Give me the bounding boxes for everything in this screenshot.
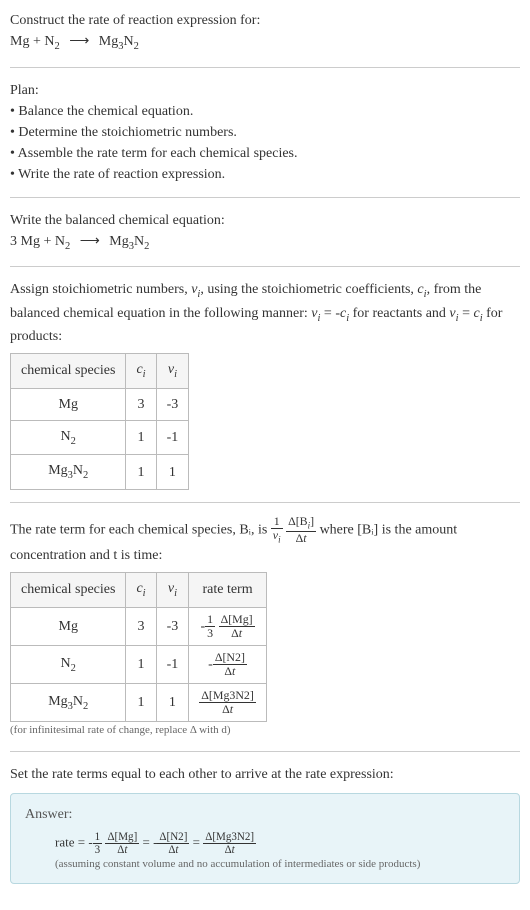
rate-cell: Δ[Mg3N2]Δt bbox=[189, 684, 267, 722]
rate-term-text: The rate term for each chemical species,… bbox=[10, 515, 520, 566]
plan-bullet-4: • Write the rate of reaction expression. bbox=[10, 164, 520, 185]
frac-one-over-vi: 1νi bbox=[271, 515, 283, 545]
table-header-row: chemical species ci νi rate term bbox=[11, 573, 267, 608]
balanced-intro: Write the balanced chemical equation: bbox=[10, 210, 520, 231]
ci-cell: 1 bbox=[126, 420, 156, 455]
species-cell: N2 bbox=[11, 645, 126, 683]
species-cell: Mg bbox=[11, 607, 126, 645]
col-species: chemical species bbox=[11, 354, 126, 389]
vi-cell: -3 bbox=[156, 607, 189, 645]
vi-cell: -1 bbox=[156, 420, 189, 455]
rate-term-section: The rate term for each chemical species,… bbox=[10, 515, 520, 752]
plan-title: Plan: bbox=[10, 80, 520, 101]
assign-section: Assign stoichiometric numbers, νi, using… bbox=[10, 279, 520, 503]
species-cell: Mg3N2 bbox=[11, 455, 126, 490]
species-cell: Mg3N2 bbox=[11, 684, 126, 722]
rate-expression: rate = -13 Δ[Mg]Δt = -Δ[N2]Δt = Δ[Mg3N2]… bbox=[55, 831, 505, 856]
answer-label: Answer: bbox=[25, 804, 505, 825]
infinitesimal-note: (for infinitesimal rate of change, repla… bbox=[10, 722, 520, 739]
table-row: Mg3N2 1 1 bbox=[11, 455, 189, 490]
species-cell: Mg bbox=[11, 388, 126, 420]
balanced-section: Write the balanced chemical equation: 3 … bbox=[10, 210, 520, 268]
table-header-row: chemical species ci νi bbox=[11, 354, 189, 389]
vi-cell: 1 bbox=[156, 455, 189, 490]
plan-bullet-2: • Determine the stoichiometric numbers. bbox=[10, 122, 520, 143]
vi-cell: -3 bbox=[156, 388, 189, 420]
final-intro: Set the rate terms equal to each other t… bbox=[10, 764, 520, 785]
ci-cell: 3 bbox=[126, 607, 156, 645]
table-row: N2 1 -1 bbox=[11, 420, 189, 455]
unbalanced-equation: Mg + N2 ⟶ Mg3N2 bbox=[10, 31, 520, 55]
ci-cell: 3 bbox=[126, 388, 156, 420]
col-ci: ci bbox=[126, 354, 156, 389]
stoich-table: chemical species ci νi Mg 3 -3 N2 1 -1 M… bbox=[10, 353, 189, 490]
table-row: Mg 3 -3 -13 Δ[Mg]Δt bbox=[11, 607, 267, 645]
plan-bullet-3: • Assemble the rate term for each chemic… bbox=[10, 143, 520, 164]
answer-box: Answer: rate = -13 Δ[Mg]Δt = -Δ[N2]Δt = … bbox=[10, 793, 520, 884]
table-row: Mg3N2 1 1 Δ[Mg3N2]Δt bbox=[11, 684, 267, 722]
ci-cell: 1 bbox=[126, 455, 156, 490]
final-section: Set the rate terms equal to each other t… bbox=[10, 764, 520, 884]
rate-cell: -Δ[N2]Δt bbox=[189, 645, 267, 683]
ci-cell: 1 bbox=[126, 645, 156, 683]
col-rate-term: rate term bbox=[189, 573, 267, 608]
col-vi: νi bbox=[156, 354, 189, 389]
assign-text: Assign stoichiometric numbers, νi, using… bbox=[10, 279, 520, 347]
construct-prompt: Construct the rate of reaction expressio… bbox=[10, 10, 520, 31]
vi-cell: 1 bbox=[156, 684, 189, 722]
ci-cell: 1 bbox=[126, 684, 156, 722]
col-ci: ci bbox=[126, 573, 156, 608]
rate-cell: -13 Δ[Mg]Δt bbox=[189, 607, 267, 645]
vi-cell: -1 bbox=[156, 645, 189, 683]
col-species: chemical species bbox=[11, 573, 126, 608]
table-row: Mg 3 -3 bbox=[11, 388, 189, 420]
assumption-note: (assuming constant volume and no accumul… bbox=[55, 856, 505, 873]
table-row: N2 1 -1 -Δ[N2]Δt bbox=[11, 645, 267, 683]
header-section: Construct the rate of reaction expressio… bbox=[10, 10, 520, 68]
plan-section: Plan: • Balance the chemical equation. •… bbox=[10, 80, 520, 198]
plan-bullet-1: • Balance the chemical equation. bbox=[10, 101, 520, 122]
species-cell: N2 bbox=[11, 420, 126, 455]
balanced-equation: 3 Mg + N2 ⟶ Mg3N2 bbox=[10, 231, 520, 255]
frac-dBi-dt: Δ[Bi]Δt bbox=[286, 515, 316, 545]
rate-term-table: chemical species ci νi rate term Mg 3 -3… bbox=[10, 572, 267, 722]
col-vi: νi bbox=[156, 573, 189, 608]
